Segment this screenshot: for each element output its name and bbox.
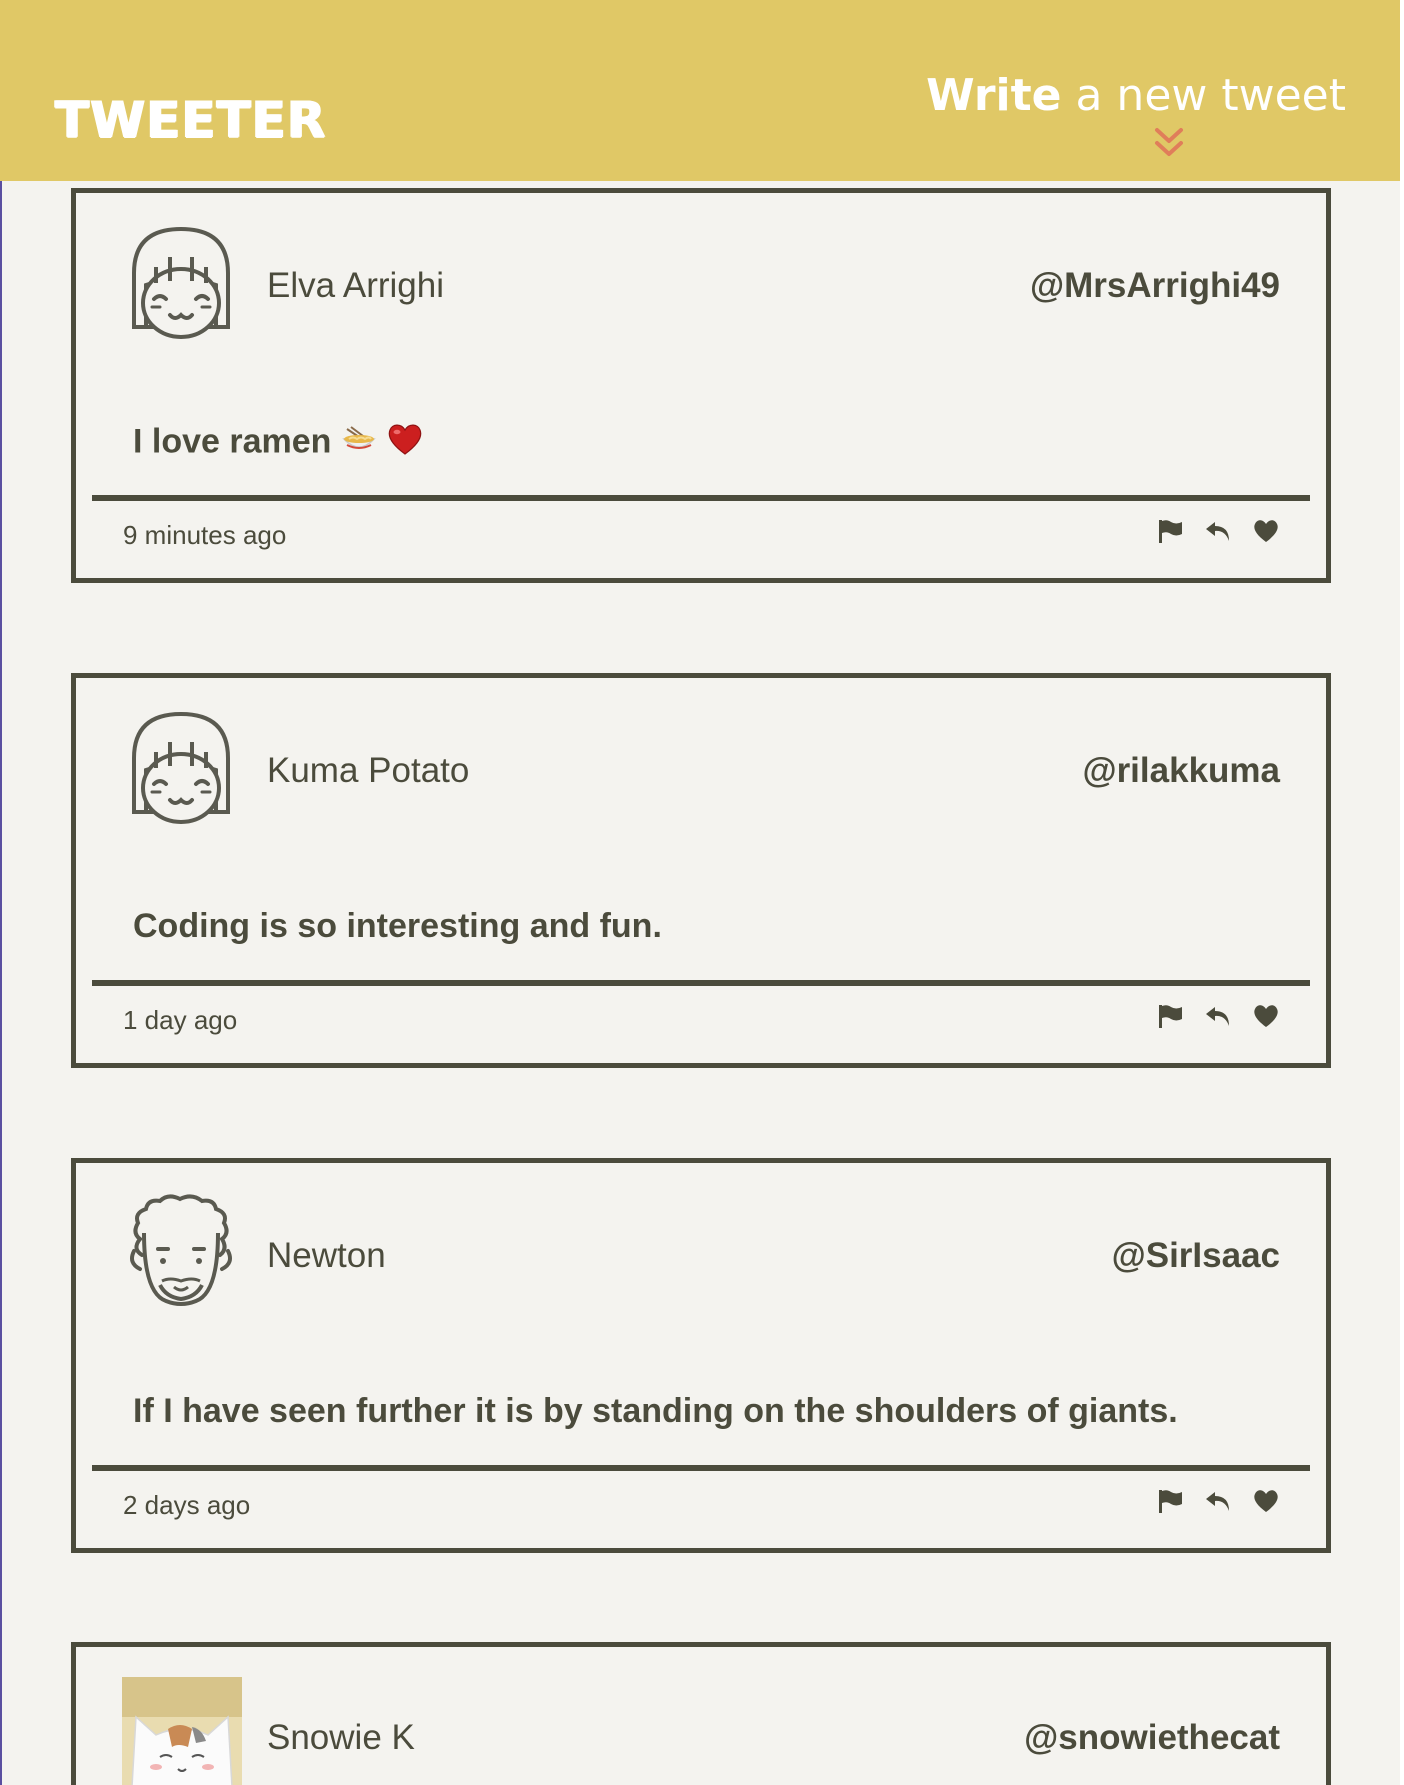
flag-icon[interactable] bbox=[1156, 1487, 1184, 1515]
tweet-actions bbox=[1156, 1002, 1280, 1030]
tweet-card: Elva Arrighi @MrsArrighi49 I love ramen bbox=[71, 188, 1331, 583]
heart-icon[interactable] bbox=[1252, 517, 1280, 545]
tweet-actions bbox=[1156, 517, 1280, 545]
double-chevron-down-icon[interactable] bbox=[1152, 126, 1186, 160]
red-heart-emoji bbox=[386, 421, 424, 466]
author-handle[interactable]: @snowiethecat bbox=[1024, 1717, 1280, 1759]
tweet-text: If I have seen further it is by standing… bbox=[133, 1392, 1178, 1430]
page: TWEETER Write a new tweet Elva Arrighi @… bbox=[0, 0, 1404, 1785]
tweet-card: Snowie K @snowiethecat bbox=[71, 1642, 1331, 1785]
girl-face-avatar bbox=[126, 223, 236, 341]
tweet-card: Kuma Potato @rilakkuma Coding is so inte… bbox=[71, 673, 1331, 1068]
tweet-text: Coding is so interesting and fun. bbox=[133, 907, 662, 945]
author-name: Elva Arrighi bbox=[267, 266, 445, 305]
author-name: Kuma Potato bbox=[267, 751, 470, 790]
tweet-card: Newton @SirIsaac If I have seen further … bbox=[71, 1158, 1331, 1553]
tweet-timestamp: 2 days ago bbox=[123, 1490, 251, 1520]
curly-hair-face-avatar bbox=[126, 1193, 236, 1311]
author-handle[interactable]: @MrsArrighi49 bbox=[1030, 265, 1280, 307]
flag-icon[interactable] bbox=[1156, 517, 1184, 545]
author-handle[interactable]: @rilakkuma bbox=[1082, 750, 1280, 792]
tweet-timestamp: 9 minutes ago bbox=[123, 520, 287, 550]
write-new-tweet-link[interactable]: Write a new tweet bbox=[926, 68, 1346, 124]
tweet-actions bbox=[1156, 1487, 1280, 1515]
compose-label-rest: a new tweet bbox=[1075, 70, 1346, 121]
brand-logo[interactable]: TWEETER bbox=[55, 90, 326, 150]
tweet-timestamp: 1 day ago bbox=[123, 1005, 238, 1035]
heart-icon[interactable] bbox=[1252, 1002, 1280, 1030]
tweet-divider bbox=[92, 495, 1310, 501]
author-name: Newton bbox=[267, 1236, 386, 1275]
flag-icon[interactable] bbox=[1156, 1002, 1184, 1030]
ramen-bowl-emoji bbox=[341, 421, 377, 466]
tweet-divider bbox=[92, 980, 1310, 986]
author-name: Snowie K bbox=[267, 1718, 415, 1757]
window-right-edge bbox=[1400, 0, 1404, 1785]
tweet-text: I love ramen bbox=[133, 421, 424, 466]
retweet-icon[interactable] bbox=[1204, 1002, 1232, 1030]
tweet-text-content: I love ramen bbox=[133, 422, 332, 461]
compose-label-strong: Write bbox=[926, 70, 1062, 121]
cat-photo-avatar bbox=[122, 1677, 242, 1785]
retweet-icon[interactable] bbox=[1204, 1487, 1232, 1515]
author-handle[interactable]: @SirIsaac bbox=[1112, 1235, 1280, 1277]
top-nav: TWEETER Write a new tweet bbox=[0, 0, 1400, 181]
heart-icon[interactable] bbox=[1252, 1487, 1280, 1515]
girl-face-avatar bbox=[126, 708, 236, 826]
retweet-icon[interactable] bbox=[1204, 517, 1232, 545]
window-left-edge bbox=[0, 0, 2, 1785]
tweet-divider bbox=[92, 1465, 1310, 1471]
